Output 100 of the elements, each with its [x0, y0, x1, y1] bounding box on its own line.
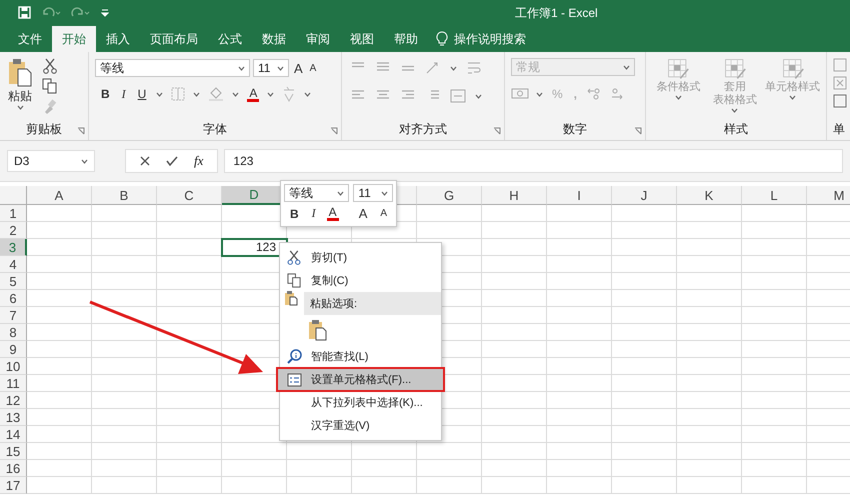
- column-header[interactable]: L: [742, 186, 807, 205]
- row-header[interactable]: 7: [0, 307, 27, 324]
- table-format-icon[interactable]: [722, 58, 747, 80]
- row-header[interactable]: 11: [0, 375, 27, 392]
- row-header[interactable]: 6: [0, 290, 27, 307]
- row-header[interactable]: 17: [0, 477, 27, 494]
- font-dropdown[interactable]: 等线: [95, 59, 250, 77]
- wrap-text-icon[interactable]: [466, 60, 482, 76]
- row-header[interactable]: 2: [0, 222, 27, 239]
- column-header[interactable]: A: [27, 186, 92, 205]
- name-box[interactable]: D3: [7, 150, 95, 172]
- delete-cells-icon[interactable]: [833, 76, 847, 90]
- row-header[interactable]: 8: [0, 324, 27, 341]
- copy-icon[interactable]: [42, 78, 58, 94]
- phonetic-icon[interactable]: [282, 86, 296, 102]
- group-label: 剪贴板: [25, 121, 63, 138]
- customize-icon[interactable]: [101, 8, 109, 16]
- decrease-decimal-icon[interactable]: [609, 87, 626, 101]
- insert-function-button[interactable]: fx: [194, 153, 204, 169]
- column-header[interactable]: K: [677, 186, 742, 205]
- shrink-font-button[interactable]: A: [308, 62, 318, 74]
- font-color-button[interactable]: A: [247, 86, 260, 102]
- ribbon-tab[interactable]: 视图: [340, 26, 384, 52]
- bold-button[interactable]: B: [288, 206, 301, 220]
- check-icon[interactable]: [166, 156, 178, 166]
- ribbon-tab[interactable]: 审阅: [296, 26, 340, 52]
- dialog-launcher-icon[interactable]: [330, 127, 338, 135]
- caret-icon: [337, 190, 344, 196]
- caret-icon: [789, 95, 796, 100]
- menu-item[interactable]: 复制(C): [280, 269, 441, 292]
- row-header[interactable]: 13: [0, 409, 27, 426]
- column-header[interactable]: I: [547, 186, 612, 205]
- grow-font-button[interactable]: A: [292, 60, 305, 76]
- row-header[interactable]: 10: [0, 358, 27, 375]
- ribbon-tab[interactable]: 文件: [8, 26, 52, 52]
- ribbon-tab[interactable]: 数据: [252, 26, 296, 52]
- menu-item[interactable]: 设置单元格格式(F)...: [277, 368, 444, 391]
- row-header[interactable]: 9: [0, 341, 27, 358]
- row-header[interactable]: 14: [0, 426, 27, 443]
- menu-item[interactable]: 从下拉列表中选择(K)...: [280, 391, 441, 414]
- undo-icon[interactable]: [41, 6, 61, 18]
- insert-cells-icon[interactable]: [833, 58, 847, 72]
- cut-icon[interactable]: [43, 58, 57, 74]
- column-header[interactable]: J: [612, 186, 677, 205]
- italic-button[interactable]: I: [120, 86, 128, 102]
- tell-me-search[interactable]: 操作说明搜索: [454, 30, 526, 48]
- column-header[interactable]: B: [92, 186, 157, 205]
- row-header[interactable]: 4: [0, 256, 27, 273]
- row-header[interactable]: 16: [0, 460, 27, 477]
- grow-font-button[interactable]: A: [356, 206, 370, 221]
- menu-item[interactable]: 智能查找(L): [280, 345, 441, 368]
- shrink-font-button[interactable]: A: [378, 208, 390, 219]
- column-header[interactable]: G: [417, 186, 482, 205]
- row-header[interactable]: 12: [0, 392, 27, 409]
- row-header[interactable]: 5: [0, 273, 27, 290]
- group-label: 字体: [202, 121, 228, 138]
- ribbon-tab[interactable]: 公式: [208, 26, 252, 52]
- column-header[interactable]: M: [807, 186, 850, 205]
- format-cells-icon[interactable]: [833, 94, 847, 108]
- border-icon[interactable]: [171, 87, 186, 101]
- dialog-launcher-icon[interactable]: [77, 127, 85, 135]
- caret-icon: [16, 105, 24, 110]
- size-dropdown[interactable]: 11: [253, 59, 289, 77]
- currency-icon[interactable]: [511, 87, 529, 101]
- row-header[interactable]: 1: [0, 205, 27, 222]
- increase-decimal-icon[interactable]: [586, 87, 602, 101]
- select-all-corner[interactable]: [0, 186, 27, 205]
- lightbulb-icon: [436, 31, 448, 47]
- paste-option-icon[interactable]: [308, 319, 328, 341]
- underline-button[interactable]: U: [136, 87, 148, 101]
- fill-color-icon[interactable]: [208, 87, 224, 101]
- cell-style-icon[interactable]: [780, 58, 804, 80]
- column-header[interactable]: C: [157, 186, 222, 205]
- ribbon-tab[interactable]: 页面布局: [140, 26, 208, 52]
- merge-icon[interactable]: [450, 89, 466, 103]
- paste-icon[interactable]: [7, 58, 33, 88]
- paste-button[interactable]: 粘贴: [6, 88, 34, 105]
- italic-button[interactable]: I: [310, 206, 318, 221]
- group-label: 数字: [562, 121, 588, 138]
- conditional-format-icon[interactable]: [666, 58, 690, 80]
- column-header[interactable]: H: [482, 186, 547, 205]
- size-dropdown[interactable]: 11: [353, 184, 393, 202]
- dialog-launcher-icon[interactable]: [634, 127, 642, 135]
- formula-input[interactable]: 123: [224, 149, 843, 173]
- bold-button[interactable]: B: [99, 87, 112, 101]
- redo-icon[interactable]: [71, 6, 91, 18]
- dialog-launcher-icon[interactable]: [493, 127, 501, 135]
- save-icon[interactable]: [18, 6, 31, 19]
- caret-icon: [381, 190, 388, 196]
- caret-icon: [156, 92, 164, 96]
- caret-icon: [623, 64, 630, 70]
- font-dropdown[interactable]: 等线: [284, 184, 350, 202]
- font-color-button[interactable]: A: [326, 206, 339, 221]
- row-header[interactable]: 3: [0, 239, 27, 256]
- ribbon-tab[interactable]: 开始: [52, 26, 96, 52]
- menu-item[interactable]: 汉字重选(V): [280, 414, 441, 437]
- row-header[interactable]: 15: [0, 443, 27, 460]
- ribbon-tab[interactable]: 帮助: [384, 26, 428, 52]
- ribbon-tab[interactable]: 插入: [96, 26, 140, 52]
- cancel-icon[interactable]: [140, 156, 150, 166]
